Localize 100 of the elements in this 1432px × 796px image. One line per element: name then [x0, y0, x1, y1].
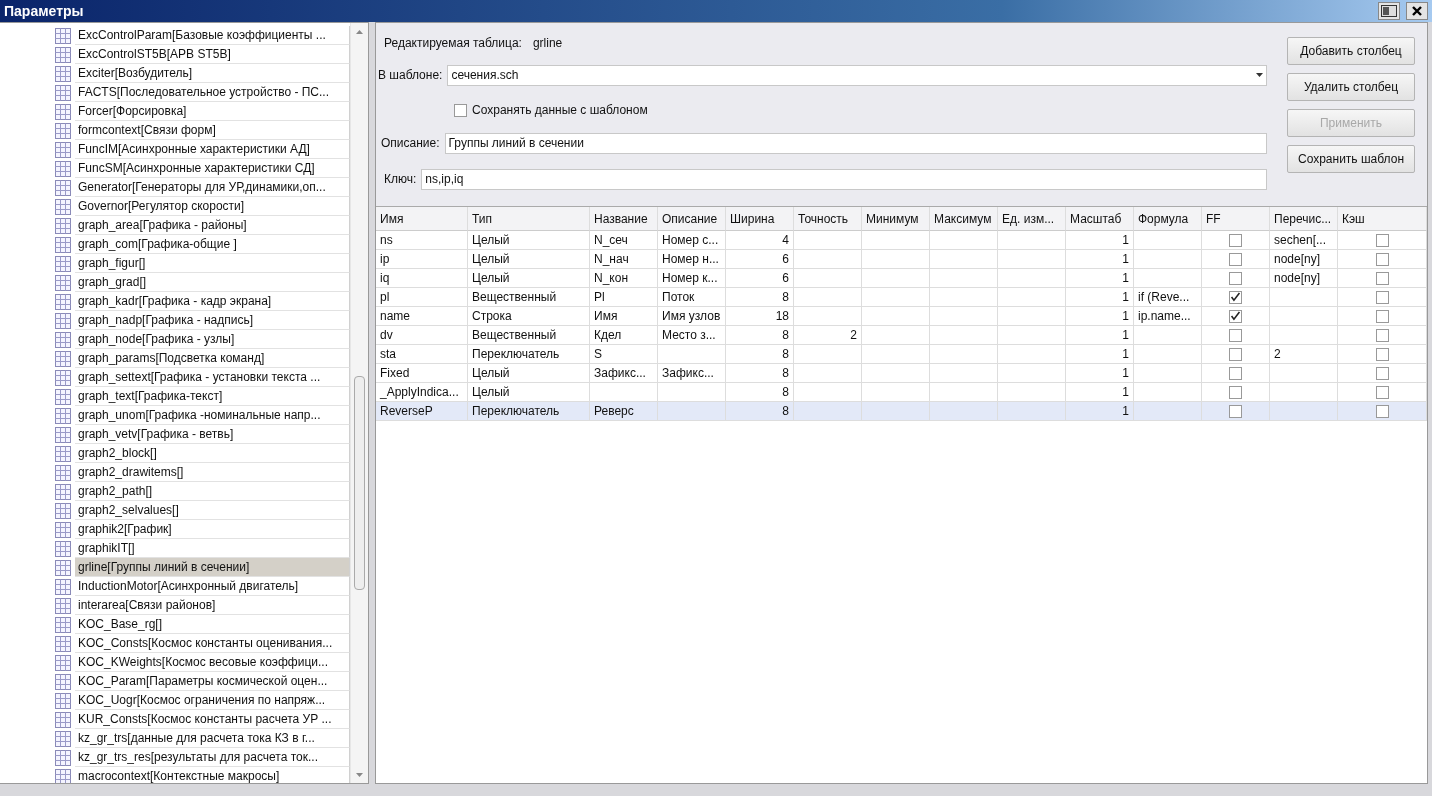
table-list-item[interactable]: grline[Группы линий в сечении] — [75, 558, 350, 577]
table-list-item[interactable]: graphikIT[] — [75, 539, 350, 558]
table-list-item[interactable]: graph2_path[] — [75, 482, 350, 501]
scroll-up-icon[interactable] — [356, 29, 363, 34]
table-list-item[interactable]: graph2_selvalues[] — [75, 501, 350, 520]
table-checkbox[interactable] — [1229, 385, 1242, 399]
table-list-item[interactable]: kz_gr_trs[данные для расчета тока КЗ в г... — [75, 729, 350, 748]
table-list-item[interactable]: KOC_Base_rg[] — [75, 615, 350, 634]
table-checkbox[interactable] — [1229, 290, 1242, 304]
table-list-item[interactable]: graph_settext[Графика - установки текста ... — [75, 368, 350, 387]
table-list-item[interactable]: macrocontext[Контекстные макросы] — [75, 767, 350, 783]
table-row[interactable]: sta Переключатель S 8 1 2 — [376, 345, 1427, 364]
table-row[interactable]: iq Целый N_кон Номер к... 6 1 node[ny] — [376, 269, 1427, 288]
table-checkbox[interactable] — [1375, 328, 1389, 342]
close-button[interactable] — [1406, 2, 1428, 20]
table-row[interactable]: Fixed Целый Зафикс... Зафикс... 8 1 — [376, 364, 1427, 383]
table-cell-text: Номер к... — [662, 271, 718, 285]
table-icon — [55, 540, 71, 557]
table-icon — [55, 103, 71, 120]
table-list-item[interactable]: graph_params[Подсветка команд] — [75, 349, 350, 368]
table-list-item[interactable]: Exciter[Возбудитель] — [75, 64, 350, 83]
table-list-item[interactable]: kz_gr_trs_res[результаты для расчета ток... — [75, 748, 350, 767]
table-list-item[interactable]: Governor[Регулятор скорости] — [75, 197, 350, 216]
table-list-item[interactable]: graph_vetv[Графика - ветвь] — [75, 425, 350, 444]
checkbox[interactable] — [454, 103, 467, 117]
table-list-item[interactable]: FACTS[Последовательное устройство - ПС... — [75, 83, 350, 102]
table-list-item[interactable]: KOC_Uogr[Космос ограничения по напряж... — [75, 691, 350, 710]
table-row[interactable]: name Строка Имя Имя узлов 18 1 ip.name... — [376, 307, 1427, 326]
table-list-item[interactable]: FuncIM[Асинхронные характеристики АД] — [75, 140, 350, 159]
table-list-item[interactable]: graph_area[Графика - районы] — [75, 216, 350, 235]
table-list-item[interactable]: FuncSM[Асинхронные характеристики СД] — [75, 159, 350, 178]
template-dropdown[interactable]: сечения.sch — [447, 64, 1267, 86]
table-icon — [55, 27, 71, 44]
table-list-item[interactable]: graph_figur[] — [75, 254, 350, 273]
table-list-item[interactable]: interarea[Связи районов] — [75, 596, 350, 615]
table-list-item[interactable]: graph_node[Графика - узлы] — [75, 330, 350, 349]
key-field[interactable]: ns,ip,iq — [421, 168, 1267, 190]
table-cell-text: Номер н... — [662, 252, 719, 266]
scroll-thumb[interactable] — [354, 376, 365, 590]
table-list-item[interactable]: KOC_Param[Параметры космической оцен... — [75, 672, 350, 691]
table-checkbox[interactable] — [1375, 385, 1389, 399]
table-checkbox[interactable] — [1375, 309, 1389, 323]
table-row[interactable]: dv Вещественный Кдел Место з... 8 2 1 — [376, 326, 1427, 345]
table-checkbox[interactable] — [1229, 366, 1242, 380]
table-cell-text: ns — [380, 233, 393, 247]
table-checkbox[interactable] — [1375, 233, 1389, 247]
table-cell-text: N_сеч — [594, 233, 628, 247]
restore-button[interactable] — [1378, 2, 1400, 20]
table-checkbox[interactable] — [1229, 328, 1242, 342]
scroll-down-icon[interactable] — [356, 772, 363, 777]
table-list-item[interactable]: Generator[Генераторы для УР,динамики,оп... — [75, 178, 350, 197]
table-checkbox[interactable] — [1229, 252, 1242, 266]
action-button[interactable]: Удалить столбец — [1287, 73, 1415, 101]
table-checkbox[interactable] — [1375, 404, 1389, 418]
table-list-item[interactable]: graph2_drawitems[] — [75, 463, 350, 482]
table-list-item[interactable]: InductionMotor[Асинхронный двигатель] — [75, 577, 350, 596]
table-checkbox[interactable] — [1375, 271, 1389, 285]
dropdown-caret-icon — [1256, 73, 1263, 77]
table-icon — [55, 84, 71, 101]
table-cell-text: Переключатель — [472, 404, 560, 418]
table-checkbox[interactable] — [1229, 271, 1242, 285]
table-row[interactable]: pl Вещественный Pl Поток 8 1 if (Reve... — [376, 288, 1427, 307]
table-checkbox[interactable] — [1375, 366, 1389, 380]
table-list-item[interactable]: formcontext[Связи форм] — [75, 121, 350, 140]
table-checkbox[interactable] — [1229, 309, 1242, 323]
table-row[interactable]: ReverseP Переключатель Реверс 8 1 — [376, 402, 1427, 421]
table-cell-text: 1 — [1122, 366, 1129, 380]
table-cell-text: S — [594, 347, 602, 361]
table-list-item[interactable]: graph_grad[] — [75, 273, 350, 292]
table-list-item[interactable]: graph_unom[Графика -номинальные напр... — [75, 406, 350, 425]
table-list-item[interactable]: Forcer[Форсировка] — [75, 102, 350, 121]
table-list-item[interactable]: graph_nadp[Графика - надпись] — [75, 311, 350, 330]
table-list-item[interactable]: KUR_Consts[Космос константы расчета УР ... — [75, 710, 350, 729]
table-list-item[interactable]: KOC_KWeights[Космос весовые коэффици... — [75, 653, 350, 672]
table-cell-text: 2 — [850, 328, 857, 342]
table-cell-text: 8 — [782, 366, 789, 380]
table-checkbox[interactable] — [1229, 347, 1242, 361]
table-list-item[interactable]: graphik2[График] — [75, 520, 350, 539]
action-button[interactable]: Сохранить шаблон — [1287, 145, 1415, 173]
table-checkbox[interactable] — [1375, 347, 1389, 361]
table-cell-text: 8 — [782, 347, 789, 361]
table-list-item[interactable]: graph_kadr[Графика - кадр экрана] — [75, 292, 350, 311]
table-row[interactable]: _ApplyIndica... Целый 8 1 — [376, 383, 1427, 402]
table-row[interactable]: ns Целый N_сеч Номер с... 4 1 sechen[... — [376, 231, 1427, 250]
table-list-item[interactable]: graph_com[Графика-общие ] — [75, 235, 350, 254]
action-button[interactable]: Добавить столбец — [1287, 37, 1415, 65]
table-list-item[interactable]: graph_text[Графика-текст] — [75, 387, 350, 406]
table-list-item[interactable]: KOC_Consts[Космос константы оценивания... — [75, 634, 350, 653]
table-icon — [55, 217, 71, 234]
table-checkbox[interactable] — [1375, 290, 1389, 304]
table-list-item[interactable]: graph2_block[] — [75, 444, 350, 463]
table-checkbox[interactable] — [1229, 233, 1242, 247]
description-field[interactable]: Группы линий в сечении — [444, 132, 1267, 154]
table-list-item[interactable]: ExcControlParam[Базовые коэффициенты ... — [75, 26, 350, 45]
table-cell-text: Имя — [594, 309, 618, 323]
table-checkbox[interactable] — [1229, 404, 1242, 418]
table-row[interactable]: ip Целый N_нач Номер н... 6 1 node[ny] — [376, 250, 1427, 269]
scrollbar[interactable] — [350, 23, 368, 783]
table-list-item[interactable]: ExcControlST5B[АРВ ST5B] — [75, 45, 350, 64]
table-checkbox[interactable] — [1375, 252, 1389, 266]
